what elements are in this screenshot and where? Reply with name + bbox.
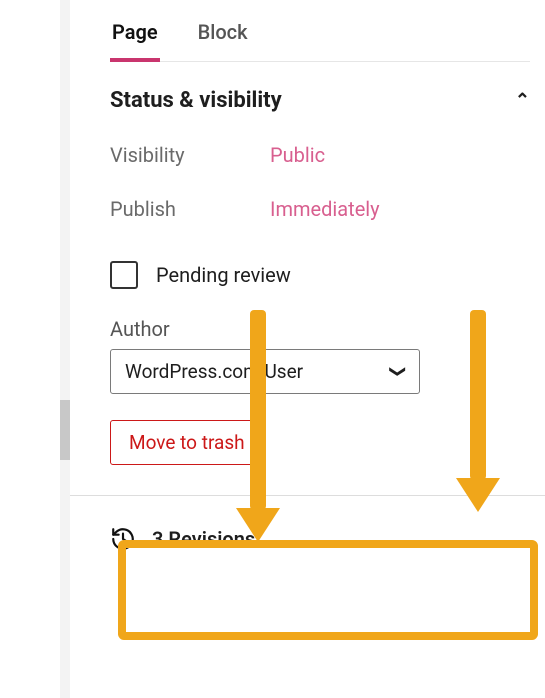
tab-block[interactable]: Block	[196, 10, 250, 61]
section-header-status-visibility[interactable]: Status & visibility ⌃	[110, 88, 530, 113]
section-divider	[70, 495, 545, 496]
row-pending-review[interactable]: Pending review	[110, 261, 530, 289]
section-title: Status & visibility	[110, 88, 282, 113]
author-selected-value: WordPress.com User	[125, 360, 303, 383]
revisions-label: 3 Revisions	[152, 527, 255, 551]
scrollbar-thumb[interactable]	[60, 400, 70, 460]
row-visibility: Visibility Public	[110, 143, 530, 167]
publish-value[interactable]: Immediately	[270, 197, 380, 221]
pending-review-checkbox[interactable]	[110, 261, 138, 289]
scrollbar-track	[60, 0, 70, 698]
author-select[interactable]: WordPress.com User ❯	[110, 349, 420, 394]
settings-sidebar: Page Block Status & visibility ⌃ Visibil…	[70, 0, 545, 592]
history-icon	[110, 526, 136, 552]
tab-page[interactable]: Page	[110, 10, 160, 62]
pending-review-label: Pending review	[156, 263, 291, 287]
visibility-label: Visibility	[110, 143, 270, 167]
chevron-down-icon: ❯	[389, 365, 408, 378]
sidebar-tabs: Page Block	[110, 10, 530, 62]
row-publish: Publish Immediately	[110, 197, 530, 221]
publish-label: Publish	[110, 197, 270, 221]
visibility-value[interactable]: Public	[270, 143, 325, 167]
chevron-up-icon: ⌃	[515, 90, 530, 111]
move-to-trash-button[interactable]: Move to trash	[110, 420, 264, 465]
revisions-row[interactable]: 3 Revisions	[110, 526, 530, 552]
author-label: Author	[110, 317, 530, 341]
